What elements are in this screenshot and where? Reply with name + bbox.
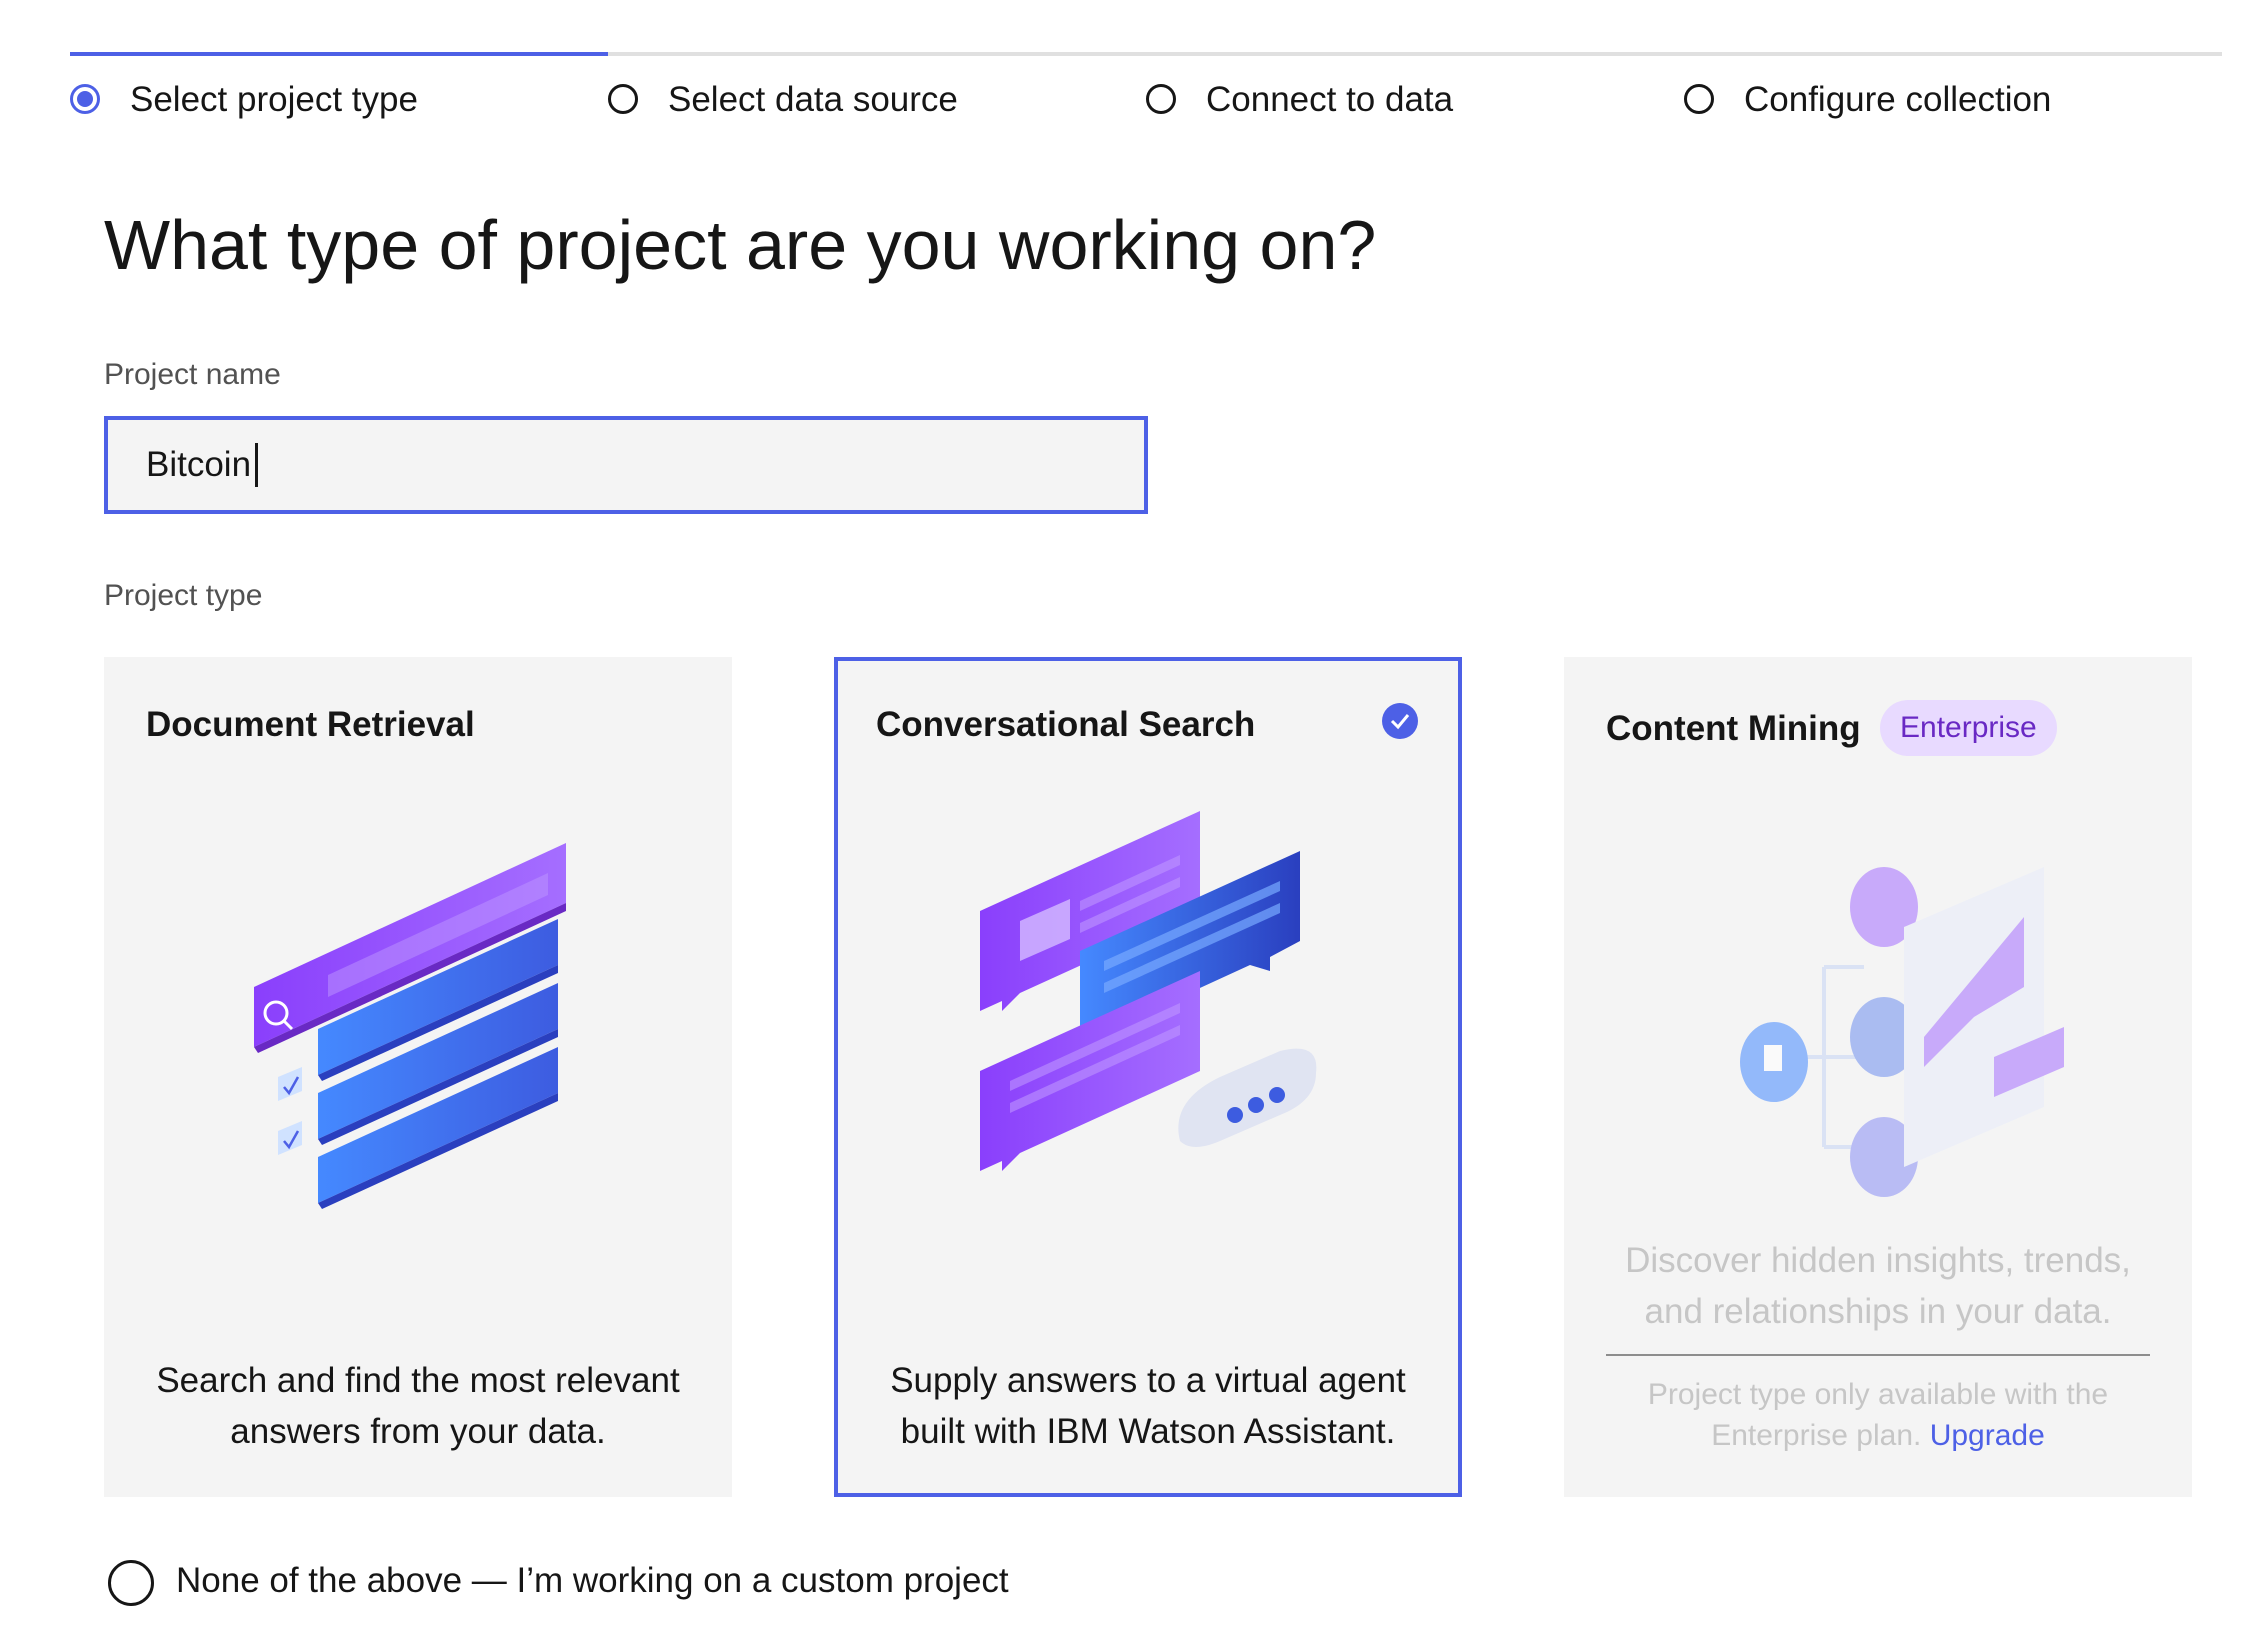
radio-selected-icon <box>70 84 100 114</box>
card-title: Conversational Search <box>876 705 1256 744</box>
card-description: Supply answers to a virtual agent built w… <box>890 1361 1406 1451</box>
card-conversational-search[interactable]: Conversational Search Supply answers to … <box>834 657 1462 1497</box>
radio-empty-icon <box>1146 84 1176 114</box>
content-mining-illustration <box>1740 867 2064 1197</box>
step-label: Select data source <box>668 80 958 119</box>
text-cursor <box>255 443 258 487</box>
card-document-retrieval[interactable]: Document Retrieval Search and find the m… <box>104 657 732 1497</box>
divider <box>1606 1354 2150 1356</box>
custom-project-label: None of the above — I’m working on a cus… <box>176 1561 1009 1600</box>
step-select-data-source[interactable]: Select data source <box>608 52 1146 119</box>
radio-empty-icon[interactable] <box>108 1560 154 1606</box>
conversational-search-illustration <box>980 811 1317 1171</box>
card-title: Document Retrieval <box>146 705 475 744</box>
card-title: Content Mining <box>1606 709 1861 748</box>
radio-empty-icon <box>1684 84 1714 114</box>
card-content-mining: Content Mining Enterprise Discover hidde… <box>1564 657 2192 1497</box>
progress-indicator: Select project type Select data source C… <box>0 0 2253 160</box>
radio-empty-icon <box>608 84 638 114</box>
step-label: Select project type <box>130 80 418 119</box>
report-panel <box>1904 867 2064 1167</box>
card-description: Search and find the most relevant answers… <box>156 1361 680 1451</box>
project-name-label: Project name <box>104 358 281 391</box>
document-icon <box>1740 1022 1808 1102</box>
document-retrieval-illustration <box>254 843 566 1209</box>
enterprise-note: Project type only available with the Ente… <box>1564 1374 2192 1456</box>
step-select-project-type[interactable]: Select project type <box>70 52 608 119</box>
step-configure-collection[interactable]: Configure collection <box>1684 52 2222 119</box>
checkbox-icon <box>278 1067 302 1155</box>
enterprise-badge: Enterprise <box>1880 700 2057 756</box>
upgrade-link[interactable]: Upgrade <box>1930 1419 2045 1452</box>
page-title: What type of project are you working on? <box>104 206 1377 284</box>
custom-project-option[interactable]: None of the above — I’m working on a cus… <box>108 1558 1108 1608</box>
step-connect-to-data[interactable]: Connect to data <box>1146 52 1684 119</box>
card-description: Discover hidden insights, trends, and rel… <box>1625 1241 2131 1331</box>
step-label: Connect to data <box>1206 80 1454 119</box>
checkmark-filled-icon <box>1382 703 1418 739</box>
step-label: Configure collection <box>1744 80 2052 119</box>
project-name-input[interactable] <box>104 416 1148 514</box>
project-type-label: Project type <box>104 579 263 612</box>
